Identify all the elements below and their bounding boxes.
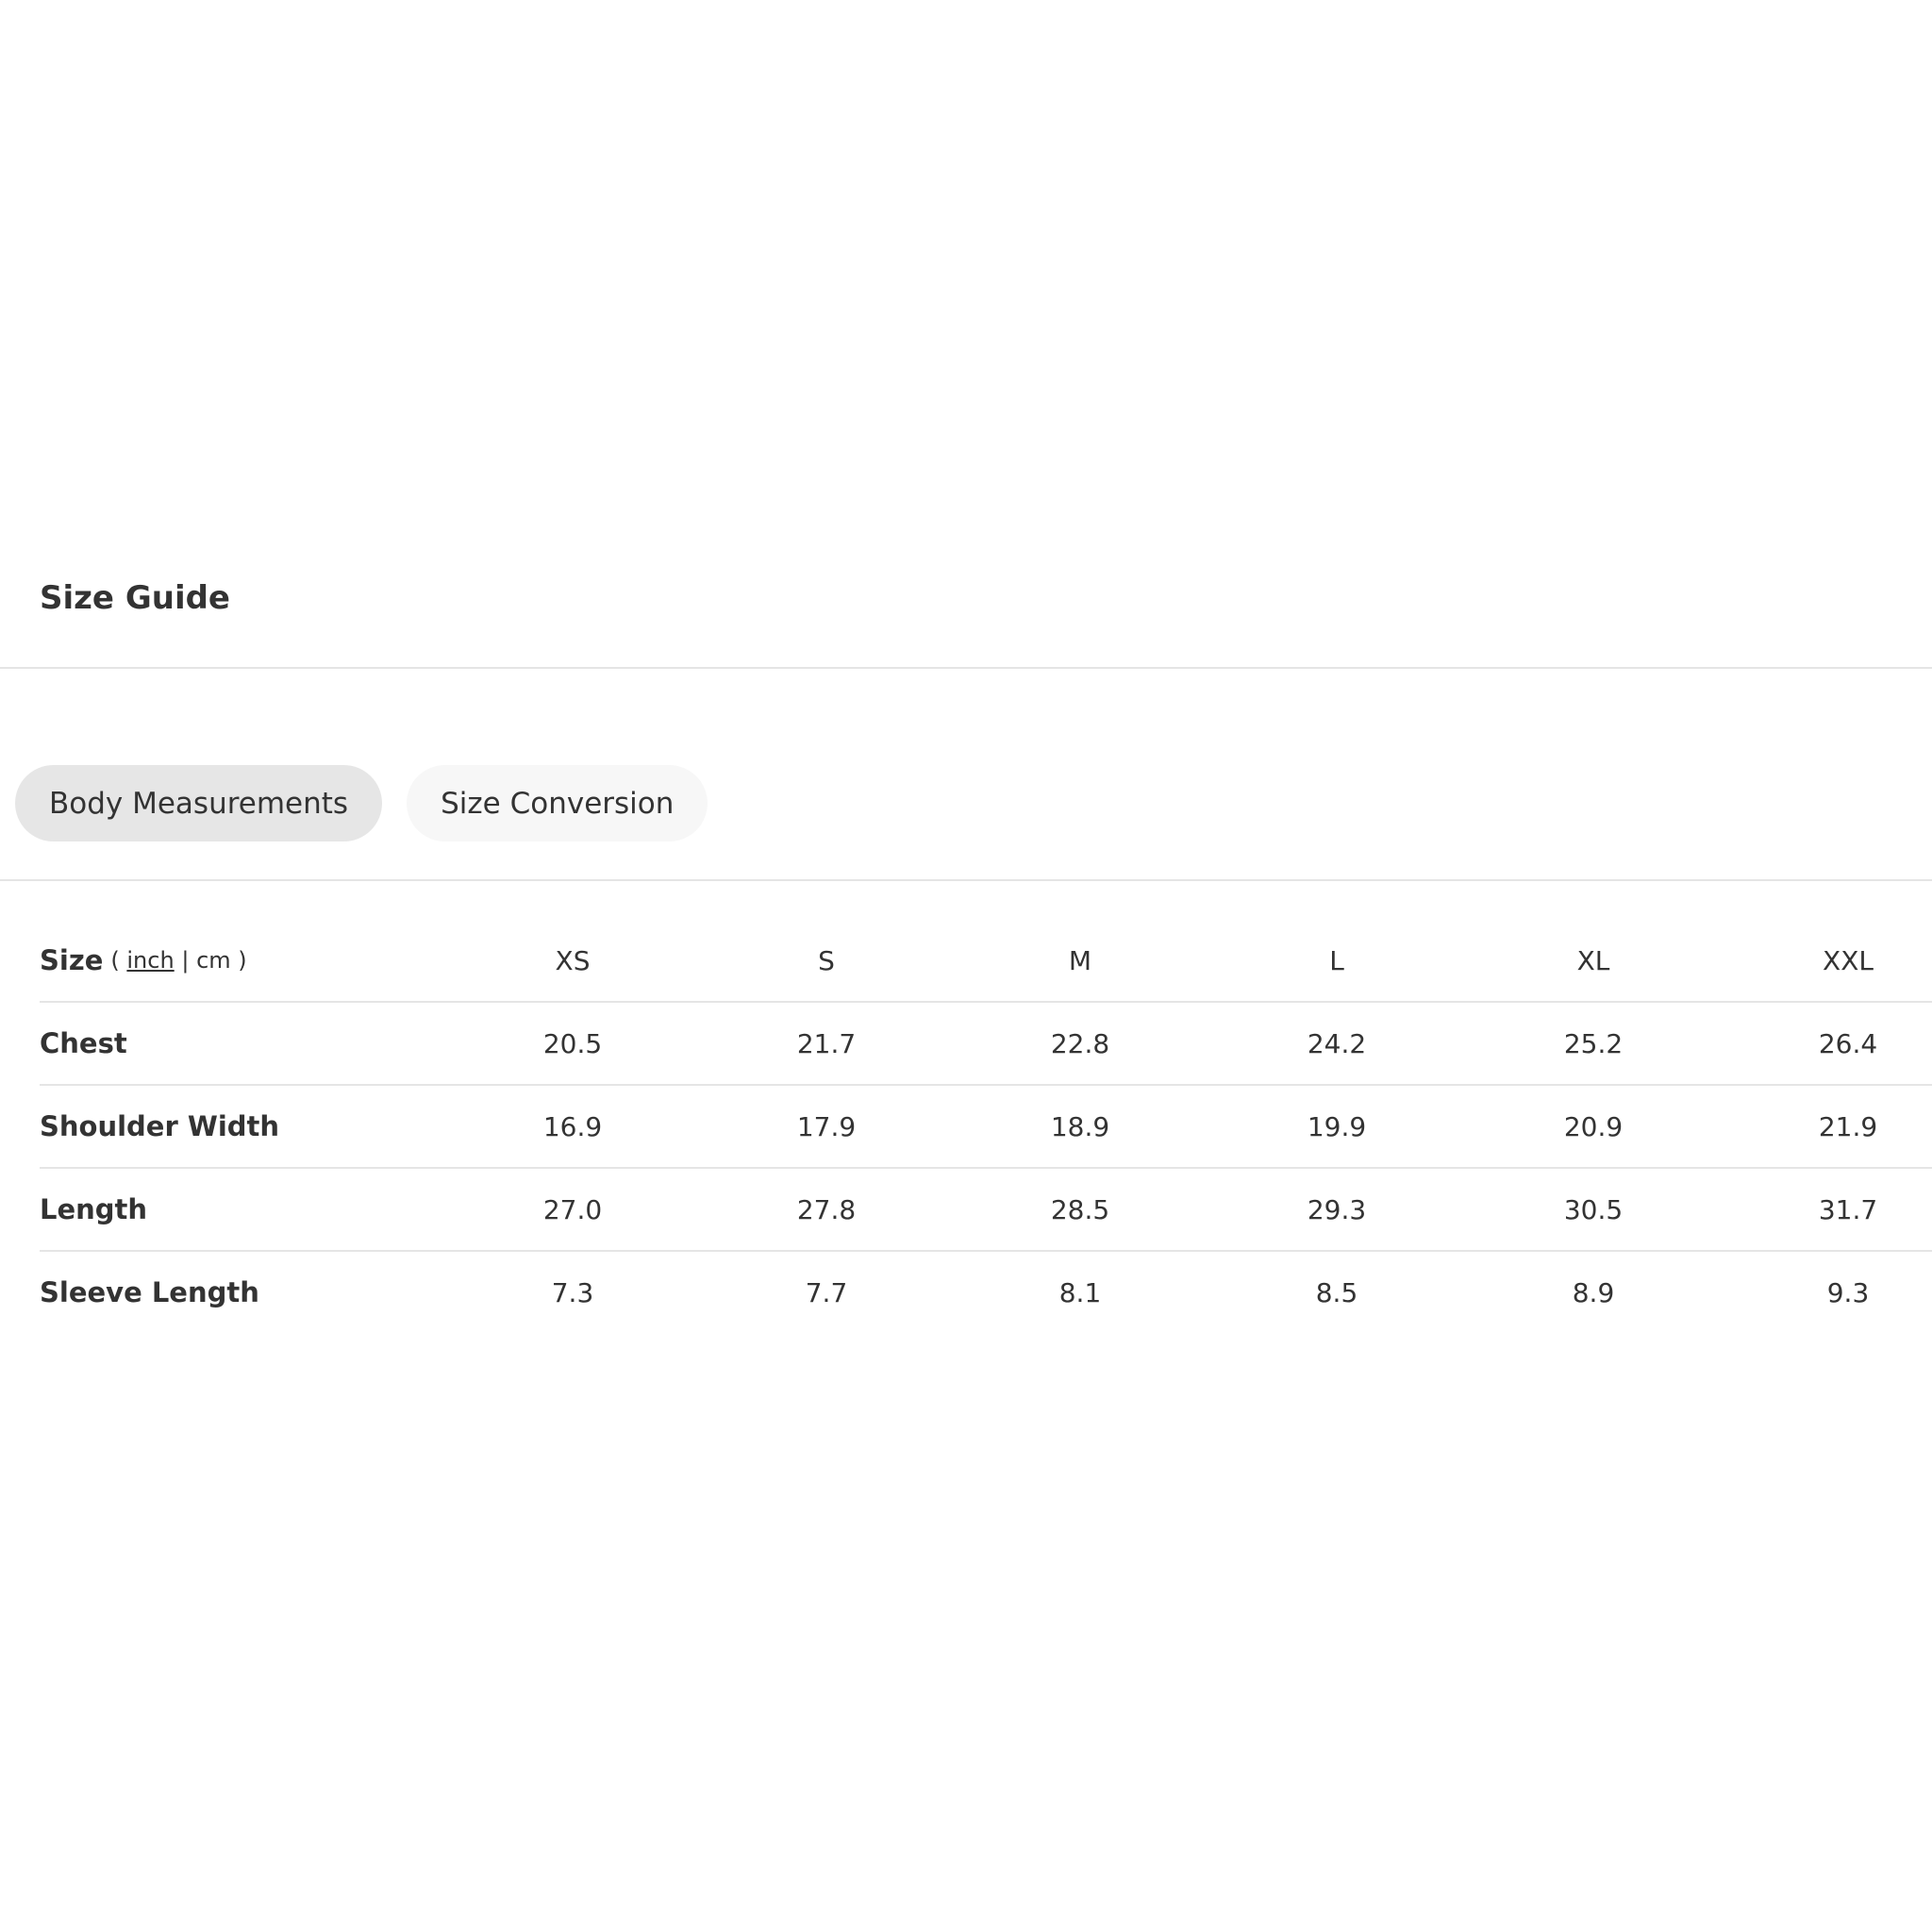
table-cell: 26.4 [1818,1027,1878,1059]
table-cell: 8.5 [1315,1276,1358,1308]
row-label: Shoulder Width [40,1110,280,1142]
table-cell: 28.5 [1050,1193,1110,1225]
table-row-shoulder-width: Shoulder Width 16.9 17.9 18.9 19.9 20.9 … [40,1086,1932,1169]
unit-cm-link[interactable]: cm [196,947,231,974]
table-cell: 17.9 [796,1110,857,1142]
table-row-chest: Chest 20.5 21.7 22.8 24.2 25.2 26.4 [40,1003,1932,1086]
header-divider [0,667,1932,669]
size-header-xl: XL [1576,944,1610,976]
table-cell: 27.8 [796,1193,857,1225]
table-cell: 20.9 [1563,1110,1624,1142]
table-cell: 8.1 [1058,1276,1102,1308]
table-header-row: Size ( inch | cm ) XS S M L XL XXL [40,920,1932,1003]
table-cell: 9.3 [1826,1276,1870,1308]
tab-body-measurements[interactable]: Body Measurements [15,765,383,841]
table-cell: 24.2 [1307,1027,1367,1059]
unit-switch: ( inch | cm ) [110,947,246,974]
table-cell: 21.9 [1818,1110,1878,1142]
table-cell: 29.3 [1307,1193,1367,1225]
row-label: Chest [40,1027,127,1059]
size-header-s: S [818,944,835,976]
table-cell: 20.5 [542,1027,603,1059]
row-label: Sleeve Length [40,1276,259,1308]
tab-bar: Body Measurements Size Conversion [15,765,708,841]
unit-paren-close: ) [238,947,247,974]
table-cell: 18.9 [1050,1110,1110,1142]
size-header-m: M [1068,944,1092,976]
table-cell: 30.5 [1563,1193,1624,1225]
table-cell: 25.2 [1563,1027,1624,1059]
table-cell: 16.9 [542,1110,603,1142]
row-label: Length [40,1193,148,1225]
size-header-l: L [1329,944,1344,976]
table-row-length: Length 27.0 27.8 28.5 29.3 30.5 31.7 [40,1169,1932,1252]
table-cell: 7.3 [551,1276,594,1308]
size-header-cell: Size ( inch | cm ) [40,920,247,1001]
unit-paren-open: ( [110,947,120,974]
table-cell: 7.7 [805,1276,848,1308]
table-cell: 19.9 [1307,1110,1367,1142]
page-title: Size Guide [40,579,230,617]
table-cell: 21.7 [796,1027,857,1059]
table-cell: 27.0 [542,1193,603,1225]
size-header-label: Size [40,944,104,976]
table-cell: 8.9 [1572,1276,1615,1308]
table-cell: 22.8 [1050,1027,1110,1059]
unit-separator: | [181,947,190,974]
table-cell: 31.7 [1818,1193,1878,1225]
size-table: Size ( inch | cm ) XS S M L XL XXL Chest… [40,920,1932,1335]
size-header-xxl: XXL [1823,944,1874,976]
table-row-sleeve-length: Sleeve Length 7.3 7.7 8.1 8.5 8.9 9.3 [40,1252,1932,1335]
unit-inch-link[interactable]: inch [126,947,174,974]
tab-size-conversion[interactable]: Size Conversion [407,765,708,841]
tabs-divider [0,879,1932,881]
size-header-xs: XS [555,944,591,976]
